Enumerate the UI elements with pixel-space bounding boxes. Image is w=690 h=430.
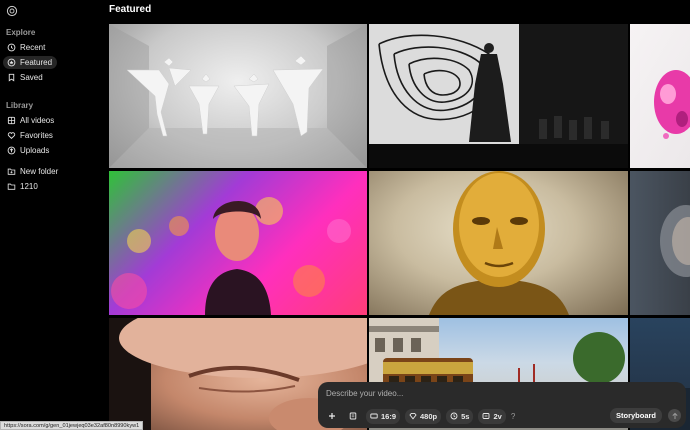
arrow-up-icon [671, 412, 678, 419]
sidebar-item-label: Saved [20, 73, 43, 82]
composer-toolbar: 16:9 480p 5s 2v ? [324, 408, 515, 424]
aspect-ratio-value: 16:9 [381, 411, 397, 421]
clock-icon [7, 43, 16, 52]
heart-icon [7, 132, 16, 140]
origami-dancers-image [109, 24, 367, 168]
video-thumbnail[interactable] [109, 171, 367, 315]
sidebar-item-label: All videos [20, 116, 55, 125]
storyboard-button[interactable]: Storyboard [610, 408, 663, 423]
star-icon [7, 58, 16, 67]
presets-button[interactable] [345, 409, 361, 424]
grid-icon [7, 116, 16, 125]
bookmark-icon [8, 73, 15, 82]
prompt-input[interactable] [326, 386, 626, 400]
video-thumbnail[interactable] [369, 171, 628, 315]
duration-value: 5s [461, 411, 470, 421]
sidebar-item-label: New folder [20, 167, 59, 176]
folder-plus-icon [7, 168, 16, 175]
logo-icon[interactable] [6, 5, 18, 17]
diamond-icon [409, 412, 417, 420]
video-thumbnail[interactable] [369, 24, 628, 168]
sidebar-item-featured[interactable]: Featured [3, 56, 58, 69]
sidebar-item-label: 1210 [20, 182, 38, 191]
fashion-runway-image [369, 24, 628, 168]
sidebar-item-recent[interactable]: Recent [3, 41, 50, 54]
explore-section-title: Explore [6, 28, 36, 37]
plus-icon [329, 413, 335, 419]
sidebar-item-label: Uploads [20, 146, 50, 155]
sidebar-item-all-videos[interactable]: All videos [3, 114, 59, 127]
variations-icon [483, 413, 490, 419]
add-media-button[interactable] [324, 409, 340, 424]
submit-button[interactable] [668, 409, 681, 422]
page-title: Featured [109, 4, 152, 15]
sidebar-item-saved[interactable]: Saved [3, 71, 48, 84]
sidebar-item-new-folder[interactable]: New folder [3, 165, 63, 178]
golden-face-image [429, 171, 569, 315]
aspect-ratio-icon [370, 413, 378, 419]
video-thumbnail[interactable] [630, 24, 690, 168]
party-crowd-image [111, 197, 351, 315]
folder-icon [7, 183, 16, 190]
video-thumbnail[interactable] [109, 24, 367, 168]
help-button[interactable]: ? [511, 412, 515, 421]
resolution-value: 480p [420, 411, 438, 421]
pink-crystal-image [654, 70, 690, 139]
library-section-title: Library [6, 101, 34, 110]
aspect-ratio-button[interactable]: 16:9 [366, 408, 401, 424]
status-bar-url: https://sora.com/g/gen_01jewjeq03e32af80… [0, 421, 144, 430]
storyboard-icon [349, 412, 357, 420]
video-thumbnail[interactable] [630, 171, 690, 315]
sidebar-item-favorites[interactable]: Favorites [3, 129, 58, 142]
sidebar-item-label: Favorites [20, 131, 53, 140]
sidebar-item-label: Recent [20, 43, 46, 52]
variations-button[interactable]: 2v [478, 408, 506, 424]
clock-icon [450, 412, 458, 420]
sidebar-item-folder-1210[interactable]: 1210 [3, 180, 43, 193]
upload-icon [7, 146, 16, 155]
variations-value: 2v [493, 411, 502, 421]
sidebar-item-label: Featured [20, 58, 53, 67]
blurred-portrait-image [660, 205, 690, 277]
sidebar-item-uploads[interactable]: Uploads [3, 144, 54, 157]
sidebar: Explore Recent Featured Saved Library Al… [0, 0, 104, 430]
duration-button[interactable]: 5s [446, 408, 474, 424]
prompt-composer: 16:9 480p 5s 2v ? Storyboard [318, 382, 686, 428]
resolution-button[interactable]: 480p [405, 408, 442, 424]
